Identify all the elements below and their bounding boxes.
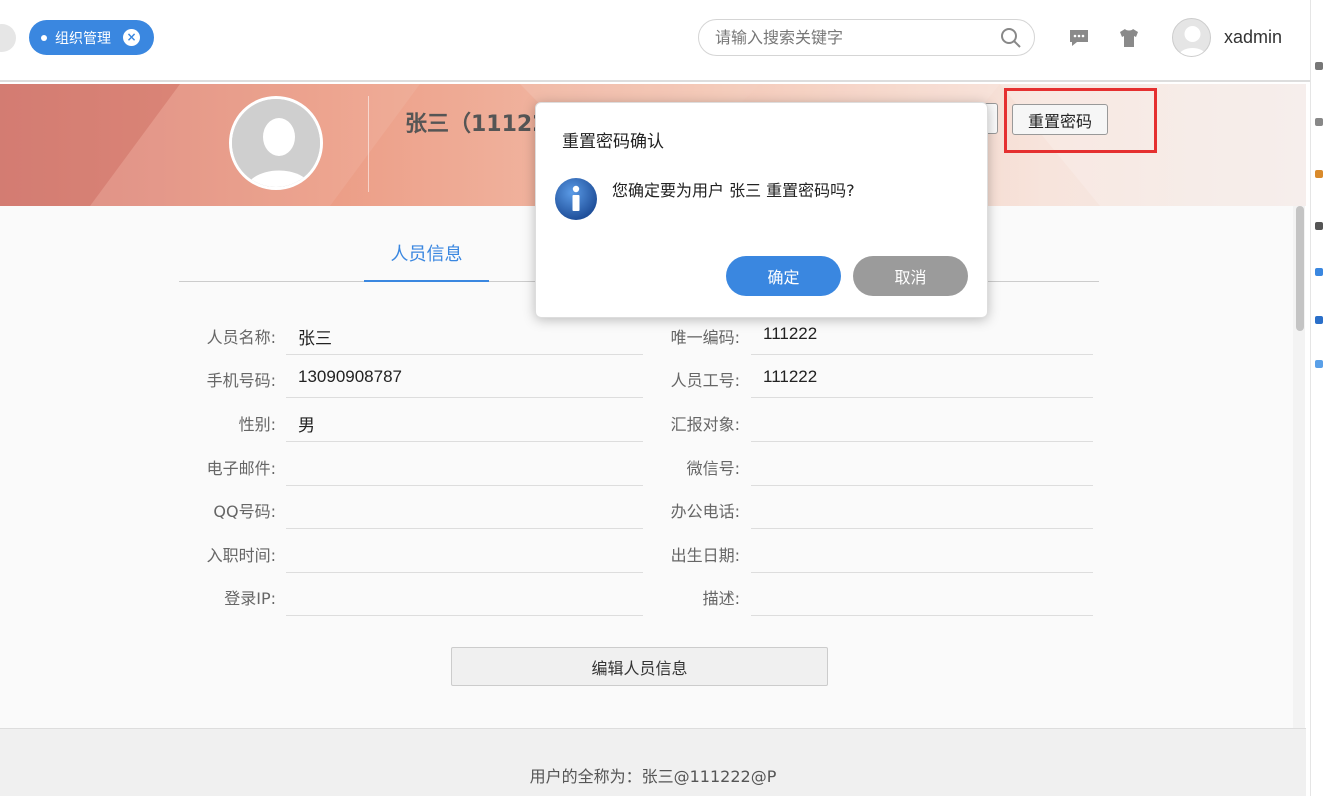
- field-label-name: 人员名称:: [206, 328, 276, 347]
- user-avatar[interactable]: [1172, 18, 1211, 57]
- strip-icon: [1315, 170, 1323, 178]
- reset-password-dialog: 重置密码确认 您确定要为用户 张三 重置密码吗? 确定 取消: [535, 102, 988, 318]
- field-label-hire-date: 入职时间:: [206, 546, 276, 565]
- field-value-birth-date: [751, 530, 1093, 573]
- field-value-email: [286, 443, 643, 486]
- field-value-description: [751, 573, 1093, 616]
- banner-divider: [368, 96, 369, 192]
- field-label-gender: 性别:: [238, 415, 276, 434]
- profile-avatar: [229, 96, 323, 190]
- field-value-office-phone: [751, 486, 1093, 529]
- scrollbar-thumb[interactable]: [1296, 206, 1304, 331]
- edit-personnel-button[interactable]: 编辑人员信息: [451, 647, 828, 686]
- field-value-employee-id: 111222: [751, 355, 1093, 398]
- field-label-description: 描述:: [702, 589, 740, 608]
- field-value-wechat: [751, 443, 1093, 486]
- field-label-login-ip: 登录IP:: [224, 589, 276, 608]
- field-label-qq: QQ号码:: [213, 502, 276, 521]
- field-value-login-ip: [286, 573, 643, 616]
- cancel-button[interactable]: 取消: [853, 256, 968, 296]
- footer-fullname-text: 用户的全称为：张三@111222@P: [529, 767, 777, 786]
- field-value-unique-code: 111222: [751, 312, 1093, 355]
- field-label-birth-date: 出生日期:: [670, 546, 740, 565]
- dialog-title: 重置密码确认: [562, 132, 664, 152]
- field-label-office-phone: 办公电话:: [670, 502, 740, 521]
- search-box: [698, 19, 1035, 56]
- footer: 用户的全称为：张三@111222@P: [0, 728, 1306, 796]
- search-input[interactable]: [699, 28, 989, 47]
- top-bar: 组织管理 × xadmin: [0, 0, 1310, 82]
- tab-active-dot: [41, 34, 47, 41]
- profile-name: 张三（11122: [405, 112, 548, 137]
- info-icon: [554, 177, 598, 221]
- field-value-gender: 男: [286, 399, 643, 442]
- theme-shirt-icon[interactable]: [1118, 27, 1140, 53]
- strip-icon: [1315, 316, 1323, 324]
- message-icon[interactable]: [1068, 27, 1090, 53]
- strip-icon: [1315, 118, 1323, 126]
- tab-close-icon[interactable]: ×: [123, 29, 140, 46]
- tab-personnel-info[interactable]: 人员信息: [364, 240, 489, 282]
- strip-icon: [1315, 268, 1323, 276]
- field-value-hire-date: [286, 530, 643, 573]
- field-label-phone: 手机号码:: [206, 371, 276, 390]
- confirm-button[interactable]: 确定: [726, 256, 841, 296]
- tab-label: 组织管理: [55, 30, 111, 47]
- field-label-unique-code: 唯一编码:: [670, 328, 740, 347]
- field-value-report-to: [751, 399, 1093, 442]
- strip-icon: [1315, 62, 1323, 70]
- reset-password-button[interactable]: 重置密码: [1012, 104, 1108, 135]
- search-icon[interactable]: [1000, 27, 1022, 53]
- field-value-phone: 13090908787: [286, 355, 643, 398]
- username[interactable]: xadmin: [1224, 27, 1282, 48]
- right-side-strip: [1310, 0, 1329, 796]
- field-value-name: 张三: [286, 312, 643, 355]
- field-value-qq: [286, 486, 643, 529]
- dialog-message: 您确定要为用户 张三 重置密码吗?: [612, 181, 855, 200]
- strip-icon: [1315, 222, 1323, 230]
- field-label-wechat: 微信号:: [686, 459, 740, 478]
- field-label-report-to: 汇报对象:: [670, 415, 740, 434]
- tab-scroll-left-button[interactable]: [0, 24, 16, 52]
- tab-organization-management[interactable]: 组织管理 ×: [29, 20, 154, 55]
- field-label-email: 电子邮件:: [206, 459, 276, 478]
- strip-icon: [1315, 360, 1323, 368]
- field-label-employee-id: 人员工号:: [670, 371, 740, 390]
